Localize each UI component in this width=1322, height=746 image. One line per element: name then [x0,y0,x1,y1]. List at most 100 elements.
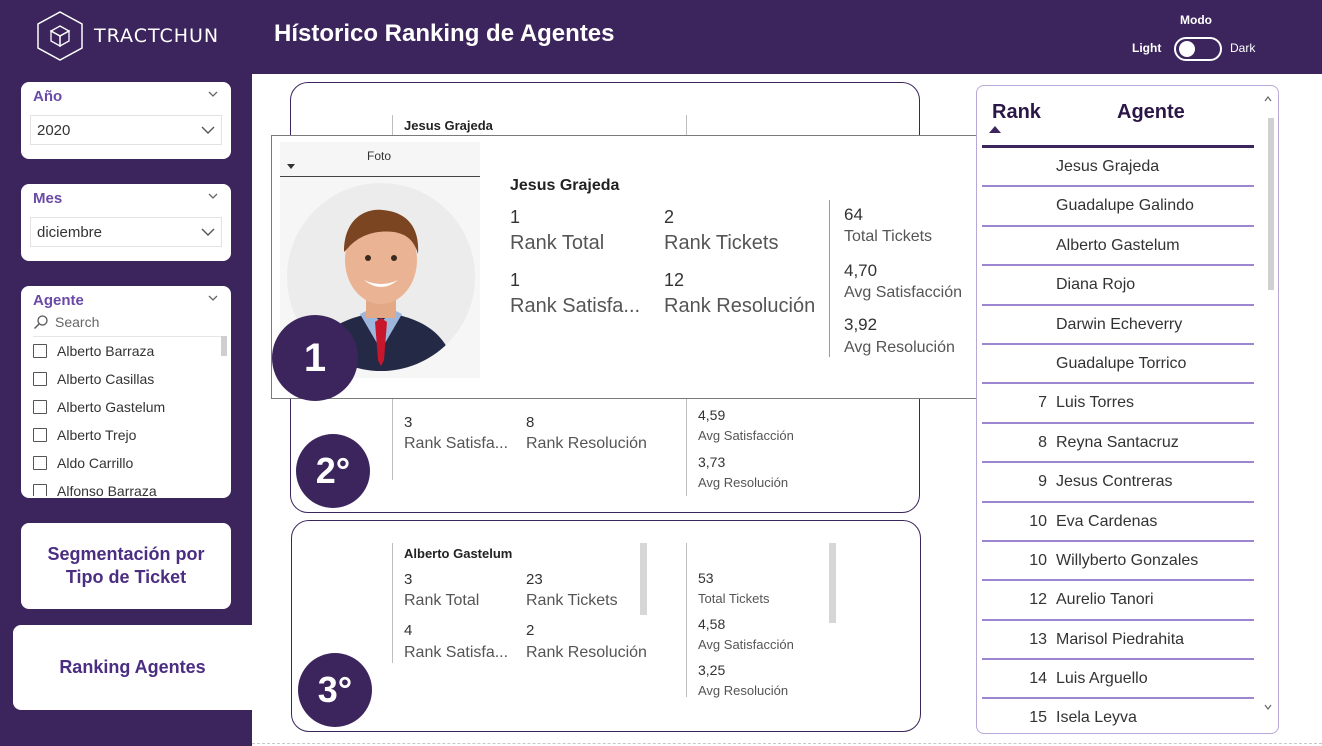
agente-option-label: Aldo Carrillo [57,455,134,471]
checkbox[interactable] [33,344,47,358]
chevron-down-icon[interactable] [207,292,219,304]
rank-cell: 14 [1029,670,1047,688]
chevron-down-icon[interactable] [207,88,219,100]
agente-option[interactable]: Alberto Trejo [33,421,227,449]
rank-card-3: Alberto Gastelum 3 Rank Total 23 Rank Ti… [291,520,921,732]
divider [686,543,687,697]
agent-cell: Isela Leyva [1056,709,1137,727]
table-row[interactable]: Darwin Echeverry [982,306,1254,345]
agent-cell: Willyberto Gonzales [1056,551,1199,569]
checkbox[interactable] [33,484,47,496]
table-row[interactable]: 8 Reyna Santacruz [982,424,1254,464]
table-row[interactable]: 7 Luis Torres [982,384,1254,424]
tooltip-avg-resolucion: 3,92 [844,315,878,334]
tooltip-avg-satisfaccion-label: Avg Satisfacción [844,284,962,301]
rank-table-scrollbar[interactable] [1268,118,1274,290]
checkbox[interactable] [33,456,47,470]
ranking-nav-button[interactable]: Ranking Agentes [13,625,252,710]
table-row[interactable]: Diana Rojo [982,266,1254,306]
rank-badge: 2° [296,434,370,508]
card-3-rank-tickets: 23 [526,571,543,588]
segmentacion-nav-button[interactable]: Segmentación por Tipo de Ticket [21,523,231,609]
checkbox[interactable] [33,428,47,442]
mode-toggle[interactable] [1174,37,1222,61]
sort-ascending-icon [989,126,1001,133]
agente-option[interactable]: Aldo Carrillo [33,449,227,477]
checkbox[interactable] [33,372,47,386]
agente-option-label: Alfonso Barraza [57,483,157,496]
divider [392,396,393,480]
table-row[interactable]: 12 Aurelio Tanori [982,581,1254,621]
card-3-rank-satisfaccion: 4 [404,622,413,639]
slicer-anio-title: Año [33,88,63,105]
anio-dropdown-value: 2020 [37,122,71,139]
agente-option[interactable]: Alfonso Barraza [33,477,227,496]
agente-search[interactable]: Search [33,314,99,330]
agente-option[interactable]: Alberto Casillas [33,365,227,393]
card-3-total-tickets-label: Total Tickets [698,591,770,606]
slicer-anio: Año 2020 [21,82,231,159]
search-icon [34,315,48,329]
sidebar: TRACTCHUN Año 2020 Mes diciembre Agente … [0,0,252,746]
chevron-down-icon[interactable] [207,190,219,202]
agente-scrollbar[interactable] [221,336,227,356]
agent-cell: Jesus Contreras [1056,473,1173,491]
page-header: Hístorico Ranking de Agentes Modo Light … [252,0,1322,74]
dark-label: Dark [1230,41,1256,55]
rank-cell: 15 [1029,709,1047,727]
agent-cell: Marisol Piedrahita [1056,630,1185,648]
card-2-avg-resolucion: 3,73 [698,454,726,470]
table-row[interactable]: Alberto Gastelum [982,227,1254,267]
mes-dropdown[interactable]: diciembre [30,217,222,247]
column-header-agente[interactable]: Agente [1117,101,1185,124]
table-row[interactable]: Guadalupe Galindo [982,187,1254,227]
divider [280,176,480,177]
tooltip-total-tickets-label: Total Tickets [844,228,933,245]
anio-dropdown[interactable]: 2020 [30,115,222,145]
divider [686,115,687,137]
table-row[interactable]: 13 Marisol Piedrahita [982,621,1254,661]
table-row[interactable]: 15 Isela Leyva [982,699,1254,733]
agente-option[interactable]: Alberto Barraza [33,337,227,365]
column-header-rank[interactable]: Rank [992,101,1041,124]
rank-badge: 3° [298,653,372,727]
card-2-avg-satisfaccion: 4,59 [698,407,726,423]
scroll-up-icon[interactable] [1263,94,1273,104]
slicer-agente: Agente Search Alberto Barraza Alberto Ca… [21,286,231,498]
rank-cell: 10 [1029,512,1047,530]
table-row[interactable]: Guadalupe Torrico [982,345,1254,385]
card-3-rank-total: 3 [404,571,413,588]
table-row[interactable]: Jesus Grajeda [982,148,1254,188]
tooltip-avg-satisfaccion: 4,70 [844,261,878,280]
scroll-down-icon[interactable] [1263,702,1273,712]
table-row[interactable]: 9 Jesus Contreras [982,463,1254,503]
brand-name: TRACTCHUN [94,25,220,47]
rank-cell: 8 [1038,433,1047,451]
table-row[interactable]: 10 Willyberto Gonzales [982,542,1254,582]
agent-cell: Reyna Santacruz [1056,433,1179,451]
card-3-rank-resolucion-label: Rank Resolución [526,644,647,661]
agent-cell: Diana Rojo [1056,276,1136,294]
rank-cell: 9 [1038,473,1047,491]
checkbox[interactable] [33,400,47,414]
card-2-avg-satisfaccion-label: Avg Satisfacción [698,428,794,443]
table-row[interactable]: 10 Eva Cardenas [982,503,1254,542]
table-row[interactable]: 14 Luis Arguello [982,660,1254,700]
card-3-avg-resolucion-label: Avg Resolución [698,683,789,698]
card-2-rank-satisfaccion-label: Rank Satisfa... [404,435,509,452]
card-3-rank-total-label: Rank Total [404,592,480,609]
segmentacion-nav-label: Segmentación por Tipo de Ticket [47,544,205,587]
agent-cell: Luis Torres [1056,394,1134,412]
card-3-avg-satisfaccion: 4,58 [698,616,726,632]
agent-cell: Guadalupe Torrico [1056,354,1187,372]
chevron-down-icon [201,126,215,134]
tooltip-rank-total: 1 [510,207,521,227]
agente-option[interactable]: Alberto Gastelum [33,393,227,421]
tooltip-agent-name: Jesus Grajeda [510,177,620,194]
cube-logo-icon [37,11,83,61]
agente-option-label: Alberto Barraza [57,343,155,359]
divider [392,543,393,663]
agente-option-label: Alberto Gastelum [57,399,166,415]
agent-cell: Alberto Gastelum [1056,236,1180,254]
caret-down-icon[interactable] [287,164,295,169]
